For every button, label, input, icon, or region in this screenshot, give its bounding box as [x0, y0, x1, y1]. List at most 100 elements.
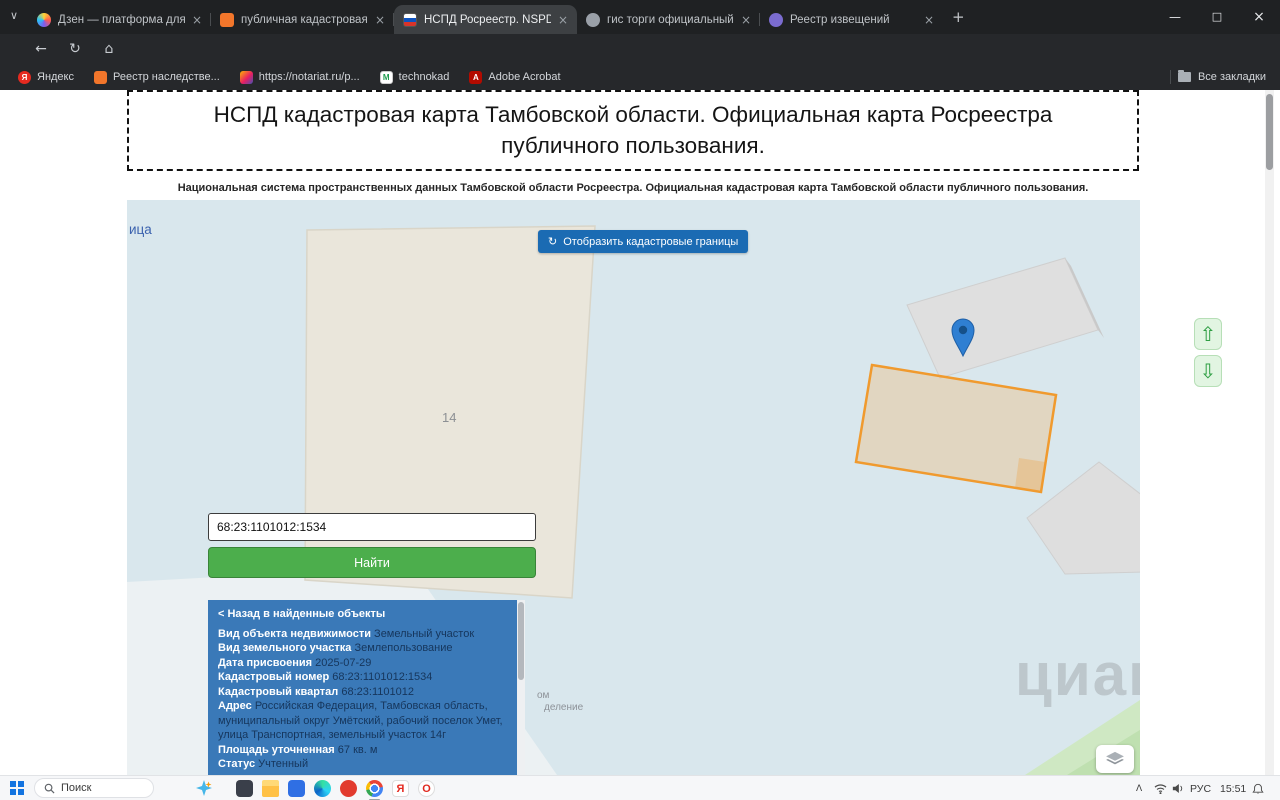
borders-button-label: Отобразить кадастровые границы [563, 235, 739, 248]
taskbar: Поиск Я O ᐱ РУС 15:51 [0, 775, 1280, 800]
bookmark-label: Реестр наследстве... [113, 71, 220, 83]
parcel-info-panel: < Назад в найденные объекты Вид объекта … [208, 600, 525, 775]
opera-icon[interactable]: O [418, 780, 435, 797]
widgets-icon[interactable] [196, 780, 212, 800]
start-button-icon[interactable] [10, 781, 24, 795]
page-scrollbar-thumb[interactable] [1266, 94, 1273, 170]
find-button[interactable]: Найти [208, 547, 536, 578]
page-subtitle: Национальная система пространственных да… [177, 182, 1089, 194]
tab-label: гис торги официальный сайт - [607, 13, 734, 26]
bookmark-acrobat[interactable]: A Adobe Acrobat [469, 70, 561, 84]
refresh-icon: ↻ [548, 235, 558, 248]
task-view-icon[interactable] [236, 780, 253, 797]
clock[interactable]: 15:51 [1220, 776, 1246, 800]
yandex-icon: Я [18, 70, 31, 84]
info-row: Дата присвоения 2025-07-29 [218, 656, 372, 669]
tab-close-icon[interactable]: × [192, 14, 202, 26]
search-label: Поиск [61, 782, 92, 794]
file-explorer-icon[interactable] [262, 780, 279, 797]
bookmark-notariat[interactable]: https://notariat.ru/p... [239, 70, 360, 84]
all-bookmarks-button[interactable]: Все закладки [1169, 64, 1266, 90]
technokad-icon: M [379, 70, 393, 84]
reestr-icon [94, 70, 107, 84]
bookmark-label: https://notariat.ru/p... [258, 71, 360, 83]
tab-close-icon[interactable]: × [375, 14, 385, 26]
bookmark-label: technokad [398, 71, 450, 83]
pin-favicon-icon [769, 12, 783, 27]
page-title: НСПД кадастровая карта Тамбовской област… [213, 102, 1053, 158]
search-icon [44, 783, 55, 794]
home-button[interactable]: ⌂ [98, 39, 120, 59]
divider [1169, 70, 1171, 84]
bookmark-technokad[interactable]: M technokad [379, 70, 450, 84]
yandex-browser-icon[interactable]: Я [392, 780, 409, 797]
map-layers-button[interactable] [1096, 745, 1134, 773]
tab-label: Дзен — платформа для прос [58, 13, 185, 26]
acrobat-icon: A [469, 70, 483, 84]
tab-dzen[interactable]: Дзен — платформа для прос × [28, 5, 211, 34]
window-close-button[interactable]: × [1238, 0, 1280, 33]
browser-tabstrip: ∨ Дзен — платформа для прос × публичная … [0, 0, 1280, 34]
language-indicator[interactable]: РУС [1190, 776, 1211, 800]
window-minimize-button[interactable]: — [1154, 0, 1196, 33]
dzen-favicon-icon [37, 12, 51, 27]
bookmarks-bar: Я Яндекс Реестр наследстве... https://no… [0, 64, 1280, 90]
app-icon-red[interactable] [340, 780, 357, 797]
pkk-favicon-icon [220, 12, 234, 27]
window-maximize-button[interactable]: □ [1196, 0, 1238, 33]
folder-icon [1177, 70, 1191, 82]
cadastral-map[interactable]: ица ↻ Отобразить кадастровые границы 14 … [127, 200, 1140, 775]
tab-nspd-active[interactable]: НСПД Росреестр. NSPD публи × [394, 5, 577, 34]
tab-close-icon[interactable]: × [924, 14, 934, 26]
layers-icon [1106, 751, 1124, 765]
app-icon[interactable] [288, 780, 305, 797]
tray-expand-icon[interactable]: ᐱ [1136, 776, 1142, 800]
tabs: Дзен — платформа для прос × публичная ка… [28, 5, 943, 34]
russia-flag-favicon-icon [403, 12, 417, 27]
watermark-text: циан [1015, 641, 1140, 708]
notifications-bell-icon[interactable] [1252, 776, 1264, 800]
chrome-icon[interactable] [366, 780, 383, 800]
reload-button[interactable]: ↻ [64, 39, 86, 59]
gis-favicon-icon [586, 12, 600, 27]
cadastral-search-input[interactable] [208, 513, 536, 541]
tab-label: НСПД Росреестр. NSPD публи [424, 13, 551, 26]
map-partial-label: деление [544, 702, 584, 713]
bookmark-label: Яндекс [37, 71, 74, 83]
show-cadastral-borders-button[interactable]: ↻ Отобразить кадастровые границы [538, 230, 749, 253]
tab-close-icon[interactable]: × [741, 14, 751, 26]
info-row: Кадастровый квартал 68:23:1101012 [218, 685, 414, 698]
info-row: Вид земельного участка Землепользование [218, 642, 453, 654]
info-row: Адрес Российская Федерация, Тамбовская о… [218, 700, 503, 741]
tab-close-icon[interactable]: × [558, 14, 568, 26]
scroll-up-button[interactable]: ⇧ [1194, 318, 1222, 350]
page-scrollbar[interactable] [1265, 90, 1274, 775]
tab-reestr[interactable]: Реестр извещений × [760, 5, 943, 34]
new-tab-button[interactable]: + [952, 8, 965, 26]
street-name-label: ица [129, 222, 152, 237]
bookmark-reestr[interactable]: Реестр наследстве... [94, 70, 220, 84]
web-page: НСПД кадастровая карта Тамбовской област… [0, 90, 1280, 775]
network-icon[interactable] [1154, 776, 1167, 800]
back-button[interactable]: ← [30, 39, 52, 59]
panel-scrollbar[interactable] [517, 600, 525, 775]
desktop: ∨ Дзен — платформа для прос × публичная … [0, 0, 1280, 800]
edge-icon[interactable] [314, 780, 331, 797]
info-row: Кадастровый номер 68:23:1101012:1534 [218, 671, 433, 683]
building-number-label: 14 [442, 410, 457, 425]
info-row: Вид объекта недвижимости Земельный участ… [218, 627, 475, 640]
tab-label: Реестр извещений [790, 13, 890, 26]
info-row: Статус Учтенный [218, 758, 309, 770]
map-partial-label: ом [537, 690, 550, 701]
tab-pkk[interactable]: публичная кадастровая карта × [211, 5, 394, 34]
back-to-results-link[interactable]: < Назад в найденные объекты [218, 607, 509, 622]
title-box: НСПД кадастровая карта Тамбовской област… [127, 90, 1139, 171]
scroll-down-button[interactable]: ⇩ [1194, 355, 1222, 387]
tab-gis-torgi[interactable]: гис торги официальный сайт - × [577, 5, 760, 34]
bookmark-yandex[interactable]: Я Яндекс [18, 70, 74, 84]
tab-search-icon[interactable]: ∨ [10, 9, 18, 22]
panel-scrollbar-thumb[interactable] [518, 602, 524, 680]
taskbar-search[interactable]: Поиск [34, 778, 154, 798]
browser-toolbar: ← ↻ ⌂ nspd-rosreestr.ru/region/a9a71961-… [0, 34, 1280, 96]
volume-icon[interactable] [1172, 776, 1184, 800]
